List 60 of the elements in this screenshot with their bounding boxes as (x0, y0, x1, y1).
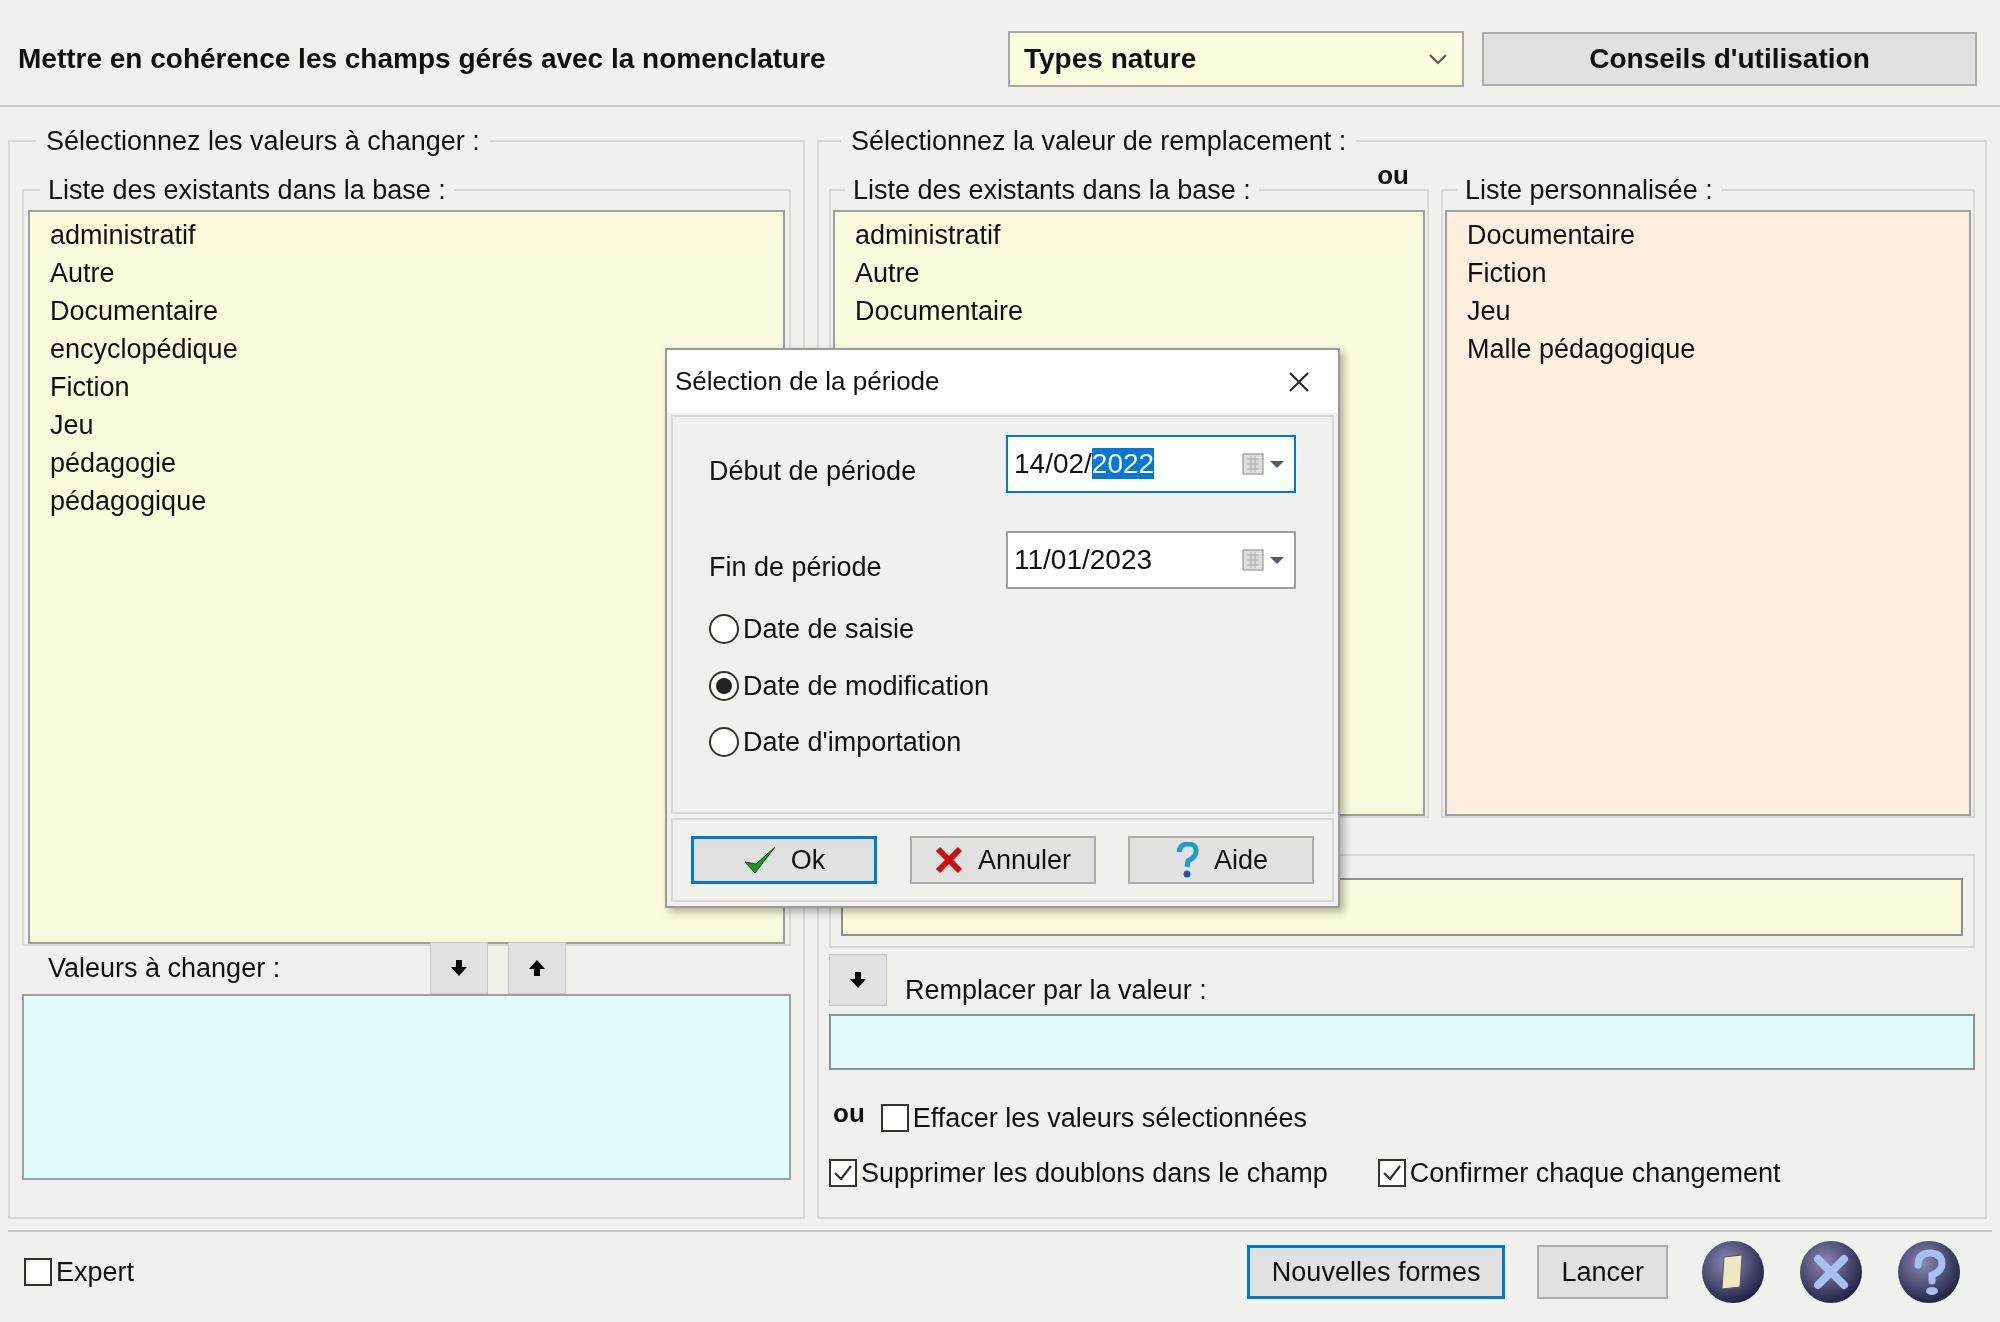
help-icon[interactable] (1896, 1239, 1962, 1305)
list-item[interactable]: Malle pédagogique (1467, 330, 1949, 368)
dialog-title: Sélection de la période (675, 365, 941, 398)
checkbox[interactable] (880, 1104, 909, 1133)
book-icon[interactable] (1700, 1239, 1766, 1305)
field-dropdown[interactable]: Types nature (1008, 30, 1464, 87)
checkbox-label: Expert (56, 1255, 135, 1289)
action-button[interactable]: Lancer (1537, 1245, 1668, 1299)
group-title: Liste personnalisée : (1464, 173, 1714, 207)
field-label: Début de période (709, 454, 917, 488)
advice-button[interactable]: Conseils d'utilisation (1482, 31, 1977, 86)
checkmark-icon (742, 844, 777, 876)
move-down-button[interactable] (829, 954, 887, 1006)
radio-label: Date de modification (743, 669, 990, 703)
arrow-down-icon (449, 958, 469, 978)
list-item[interactable]: Fiction (1467, 254, 1949, 292)
dialog-button[interactable]: Aide (1128, 836, 1314, 884)
list-item[interactable]: Documentaire (50, 292, 763, 330)
checkbox-label: Supprimer les doublons dans le champ (861, 1156, 1328, 1190)
arrow-up-icon (527, 958, 547, 978)
group-title: Remplacer par la valeur : (905, 973, 1207, 1007)
group-title: Sélectionnez les valeurs à changer : (45, 125, 481, 158)
list-item[interactable]: Documentaire (1467, 216, 1949, 254)
close-icon[interactable] (1288, 370, 1310, 393)
dialog-button[interactable]: Ok (691, 836, 877, 884)
checkbox[interactable] (24, 1258, 52, 1286)
list-item[interactable]: Autre (855, 254, 1403, 292)
or-label: ou (833, 1096, 865, 1130)
or-label: ou (1377, 159, 1409, 192)
move-down-button[interactable] (430, 942, 488, 994)
radio-button[interactable] (709, 727, 739, 758)
list-item[interactable]: Jeu (1467, 292, 1949, 330)
checkbox[interactable] (1377, 1158, 1406, 1187)
field-label: Fin de période (709, 550, 882, 584)
list-item[interactable]: administratif (855, 216, 1403, 254)
cross-icon (933, 845, 964, 875)
list-item[interactable]: administratif (50, 216, 763, 254)
chevron-down-icon (1428, 52, 1448, 65)
action-button[interactable]: Nouvelles formes (1246, 1245, 1506, 1299)
checkbox[interactable] (829, 1158, 857, 1187)
dialog-button[interactable]: Annuler (909, 836, 1096, 884)
date-value: 11/01/2023 (1014, 543, 1154, 577)
group-title: Valeurs à changer : (47, 951, 282, 985)
close-icon[interactable] (1798, 1239, 1864, 1305)
arrow-down-icon (848, 970, 868, 990)
group-title: Sélectionnez la valeur de remplacement : (850, 125, 1348, 158)
radio-label: Date d'importation (743, 726, 962, 759)
checkbox-label: Effacer les valeurs sélectionnées (912, 1102, 1307, 1135)
move-up-button[interactable] (508, 942, 566, 994)
replacement-value-field[interactable] (829, 1014, 1975, 1070)
page-title: Mettre en cohérence les champs gérés avec la nomenclature (18, 41, 827, 76)
radio-label: Date de saisie (743, 613, 915, 646)
radio-button[interactable] (709, 670, 739, 701)
group-title: Liste des existants dans la base : (852, 173, 1252, 207)
list-item[interactable]: Autre (50, 254, 763, 292)
checkbox-label: Confirmer chaque changement (1409, 1156, 1781, 1190)
radio-button[interactable] (709, 614, 739, 645)
group-title: Liste des existants dans la base : (47, 173, 447, 207)
date-field[interactable]: 11/01/2023 (1006, 531, 1296, 589)
list-item[interactable]: Documentaire (855, 292, 1403, 330)
